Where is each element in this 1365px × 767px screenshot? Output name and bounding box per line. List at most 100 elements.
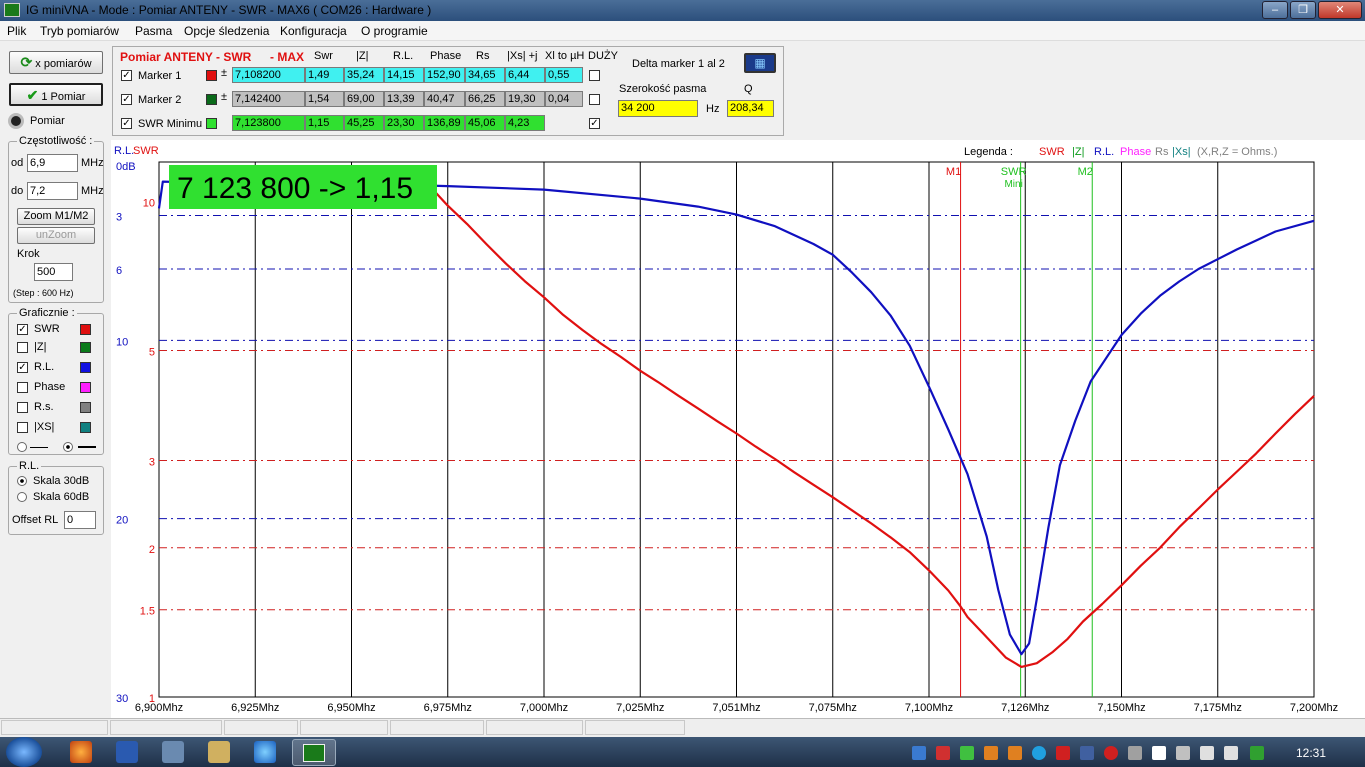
volume-icon[interactable] — [1224, 746, 1238, 760]
swr-tick-label: 1 — [149, 693, 155, 705]
save-icon[interactable] — [116, 741, 138, 763]
delta-label: Delta marker 1 al 2 — [632, 58, 725, 70]
krok-input[interactable]: 500 — [34, 263, 73, 281]
x-tick-label: 7,000Mhz — [520, 702, 568, 714]
marker2-color-swatch[interactable] — [206, 94, 217, 105]
x-tick-label: 7,126Mhz — [1001, 702, 1049, 714]
readout-text: 7 123 800 -> 1,15 — [177, 172, 413, 205]
rl-color-swatch[interactable] — [80, 362, 91, 373]
menu-opcje-sledzenia[interactable]: Opcje śledzenia — [184, 24, 269, 38]
xs-checkbox[interactable] — [17, 422, 28, 433]
menu-plik[interactable]: Plik — [7, 24, 26, 38]
od-input[interactable]: 6,9 — [27, 154, 78, 172]
tray-app-icon[interactable] — [984, 746, 998, 760]
menu-bar: Plik Tryb pomiarów Pasma Opcje śledzenia… — [0, 21, 1365, 41]
col-rl: R.L. — [393, 50, 414, 62]
search-tray-icon[interactable] — [1032, 746, 1046, 760]
thick-line-radio[interactable] — [63, 442, 73, 452]
flag-icon[interactable] — [1152, 746, 1166, 760]
security-icon[interactable] — [1250, 746, 1264, 760]
rs-checkbox[interactable] — [17, 402, 28, 413]
tray-app-icon[interactable] — [1080, 746, 1094, 760]
rl-trace-label: R.L. — [34, 361, 55, 373]
network-tool-icon[interactable] — [162, 741, 184, 763]
swr-min-xs: 4,23 — [505, 115, 545, 131]
rs-color-swatch[interactable] — [80, 402, 91, 413]
miniVNA-task-button[interactable] — [292, 739, 336, 766]
marker1-rs: 34,65 — [465, 67, 505, 83]
swr-min-checkbox[interactable]: ✓ — [121, 118, 132, 129]
marker-label: M2 — [1078, 166, 1093, 178]
marker2-adjust-icon[interactable]: ± — [221, 91, 227, 103]
marker1-adjust-icon[interactable]: ± — [221, 67, 227, 79]
x-tick-label: 7,150Mhz — [1097, 702, 1145, 714]
firefox-icon[interactable] — [70, 741, 92, 763]
max-label: - MAX — [270, 50, 304, 64]
legend-item: (X,R,Z = Ohms.) — [1197, 146, 1277, 158]
tray-app-icon[interactable] — [1104, 746, 1118, 760]
do-input[interactable]: 7,2 — [27, 182, 78, 200]
x-pomiarow-button[interactable]: ⟳ x pomiarów — [9, 51, 103, 74]
marker-label: SWR — [1001, 166, 1027, 178]
rl-checkbox[interactable]: ✓ — [17, 362, 28, 373]
marker2-xs: 19,30 — [505, 91, 545, 107]
marker1-color-swatch[interactable] — [206, 70, 217, 81]
menu-tryb-pomiarow[interactable]: Tryb pomiarów — [40, 24, 119, 38]
menu-o-programie[interactable]: O programie — [361, 24, 428, 38]
signal-icon[interactable] — [1200, 746, 1214, 760]
offset-rl-input[interactable]: 0 — [64, 511, 96, 529]
xs-trace-label: |XS| — [34, 421, 55, 433]
usb-icon[interactable] — [1176, 746, 1190, 760]
zoom-button[interactable]: Zoom M1/M2 — [17, 208, 95, 225]
explorer-icon[interactable] — [208, 741, 230, 763]
dropbox-icon[interactable] — [912, 746, 926, 760]
phase-color-swatch[interactable] — [80, 382, 91, 393]
phase-checkbox[interactable] — [17, 382, 28, 393]
tray-app-icon[interactable] — [1008, 746, 1022, 760]
swr-trace-label: SWR — [34, 323, 60, 335]
z-checkbox[interactable] — [17, 342, 28, 353]
swr-color-swatch[interactable] — [80, 324, 91, 335]
swr-rl-chart[interactable]: 6,900Mhz 6,925Mhz 6,950Mhz 6,975Mhz 7,000Mhz… — [111, 140, 1365, 718]
marker1-checkbox[interactable]: ✓ — [121, 70, 132, 81]
swr-tick-label: 3 — [149, 456, 155, 468]
tray-app-icon[interactable] — [936, 746, 950, 760]
marker2-big-checkbox[interactable] — [589, 94, 600, 105]
marker2-checkbox[interactable]: ✓ — [121, 94, 132, 105]
scale-30db-radio[interactable] — [17, 476, 27, 486]
swr-checkbox[interactable]: ✓ — [17, 324, 28, 335]
swr-tick-label: 10 — [143, 197, 155, 209]
scale-60db-radio[interactable] — [17, 492, 27, 502]
legend-item: |Z| — [1072, 146, 1084, 158]
scale-60db-label: Skala 60dB — [33, 491, 90, 503]
legend-item: R.L. — [1094, 146, 1114, 158]
single-measure-button[interactable]: ✔ 1 Pomiar — [9, 83, 103, 106]
menu-pasma[interactable]: Pasma — [135, 24, 172, 38]
thin-line-radio[interactable] — [17, 442, 27, 452]
window-title: IG miniVNA - Mode : Pomiar ANTENY - SWR … — [26, 3, 432, 17]
rl-axis-label: R.L. — [114, 145, 134, 157]
x-pomiarow-label: x pomiarów — [35, 58, 92, 70]
close-button[interactable]: ✕ — [1318, 1, 1362, 19]
swr-min-color-swatch[interactable] — [206, 118, 217, 129]
rl-tick-label: 20 — [116, 515, 128, 527]
swr-min-big-checkbox[interactable]: ✓ — [589, 118, 600, 129]
q-label: Q — [744, 83, 753, 95]
ie-icon[interactable] — [254, 741, 276, 763]
xs-color-swatch[interactable] — [80, 422, 91, 433]
calculator-icon[interactable]: ▦ — [744, 53, 776, 73]
ati-icon[interactable] — [1056, 746, 1070, 760]
marker1-phase: 152,90 — [424, 67, 465, 83]
music-icon[interactable] — [1128, 746, 1142, 760]
clock: 12:31 — [1296, 746, 1327, 760]
wifi-antenna-icon[interactable] — [960, 746, 974, 760]
marker1-big-checkbox[interactable] — [589, 70, 600, 81]
maximize-button[interactable]: ❐ — [1290, 1, 1316, 19]
minimize-button[interactable]: – — [1262, 1, 1288, 19]
start-button[interactable] — [6, 737, 42, 767]
status-panel — [390, 720, 484, 735]
swr-tick-label: 1.5 — [140, 606, 155, 618]
z-color-swatch[interactable] — [80, 342, 91, 353]
menu-konfiguracja[interactable]: Konfiguracja — [280, 24, 347, 38]
unzoom-button[interactable]: unZoom — [17, 227, 95, 244]
